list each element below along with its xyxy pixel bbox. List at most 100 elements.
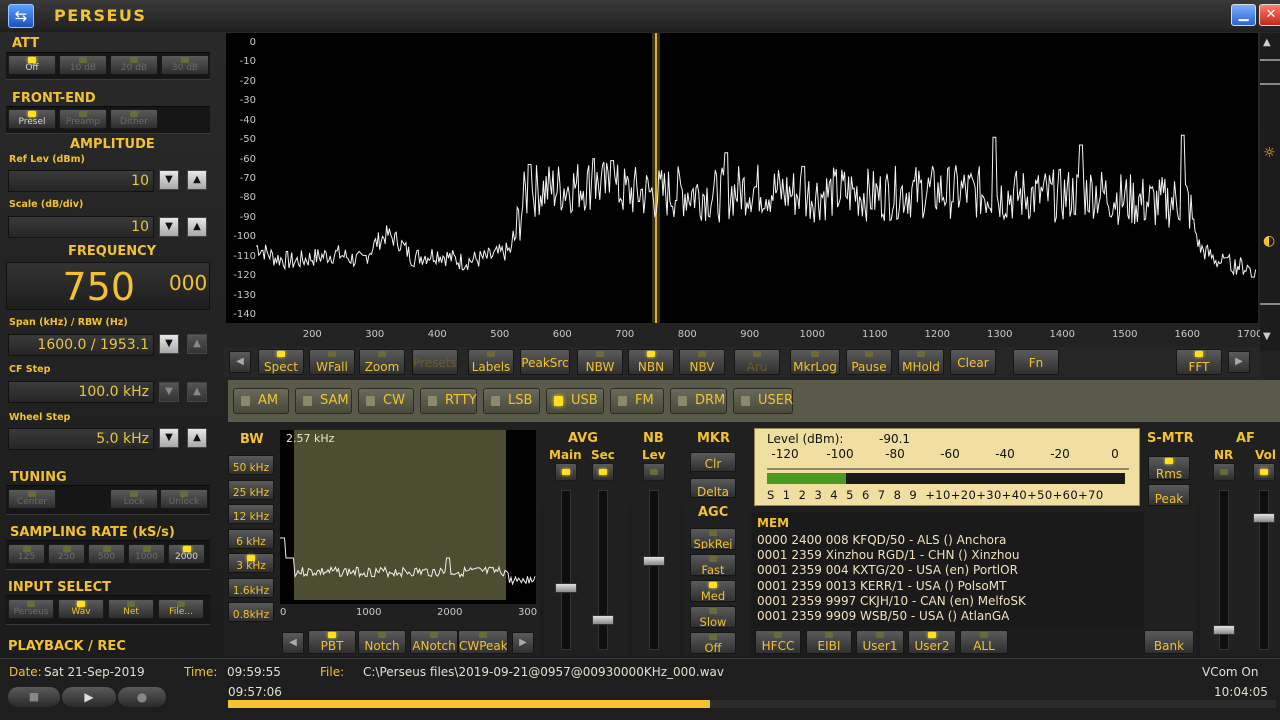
record-button[interactable]: ●: [118, 687, 166, 707]
bw-notch-button[interactable]: Notch: [358, 630, 406, 654]
toolbar-left-arrow[interactable]: ◀: [229, 351, 251, 373]
bw-1-6khz-button[interactable]: 1.6kHz: [228, 577, 274, 598]
ref-level-up-button[interactable]: ▲: [187, 170, 207, 190]
tuning-unlock-button[interactable]: Unlock: [160, 489, 208, 509]
toolbar-pause-button[interactable]: Pause: [846, 349, 892, 375]
scale-down-button[interactable]: ▼: [159, 217, 179, 237]
frontend-dither-button[interactable]: Dither: [110, 109, 158, 129]
cf-step-field[interactable]: 100.0 kHz: [8, 381, 154, 403]
mkr-clr-button[interactable]: Clr: [690, 452, 736, 472]
stop-button[interactable]: ■: [8, 687, 60, 707]
mode-sam-button[interactable]: SAM: [295, 388, 352, 414]
agc-med-button[interactable]: Med: [690, 580, 736, 602]
cf-step-down-button[interactable]: ▼: [159, 382, 179, 402]
agc-fast-button[interactable]: Fast: [690, 554, 736, 576]
toolbar-clear-button[interactable]: Clear: [950, 349, 996, 375]
avg-main-slider-thumb[interactable]: [555, 583, 577, 593]
tuning-center-button[interactable]: Center: [8, 489, 56, 509]
af-nr-toggle[interactable]: [1213, 463, 1235, 481]
avg-sec-toggle[interactable]: [592, 463, 614, 481]
toolbar-nbv-button[interactable]: NBV: [679, 349, 725, 375]
scale-field[interactable]: 10: [8, 216, 154, 238]
input-perseus-button[interactable]: Perseus: [8, 599, 54, 619]
bw-anotch-button[interactable]: ANotch: [410, 630, 458, 654]
mode-usb-button[interactable]: USB: [546, 388, 604, 414]
toolbar-wfall-button[interactable]: WFall: [309, 349, 355, 375]
spectrum-display[interactable]: [226, 33, 1258, 323]
toolbar-nbw-button[interactable]: NBW: [577, 349, 623, 375]
scroll-up-icon[interactable]: ▲: [1263, 37, 1271, 48]
memory-row[interactable]: 0001 2359 0013 KERR/1 - USA () PolsoMT: [757, 579, 1006, 593]
mode-drm-button[interactable]: DRM: [670, 388, 727, 414]
mode-lsb-button[interactable]: LSB: [483, 388, 540, 414]
right-scroll-strip[interactable]: ▲ ☼ ◐ ▼: [1260, 33, 1280, 351]
mem-bank-button[interactable]: Bank: [1144, 630, 1194, 654]
mode-user-button[interactable]: USER: [733, 388, 793, 414]
input-net-button[interactable]: Net: [108, 599, 154, 619]
memory-row[interactable]: 0000 2400 008 KFQD/50 - ALS () Anchora: [757, 533, 1006, 547]
brightness-icon[interactable]: ☼: [1263, 145, 1276, 161]
frontend-presel-button[interactable]: Presel: [8, 109, 56, 129]
toolbar-peaksrc-button[interactable]: PeakSrc: [520, 349, 570, 375]
att-30-db-button[interactable]: 30 dB: [161, 55, 209, 75]
wheel-step-down-button[interactable]: ▼: [159, 428, 179, 448]
agc-spkrej-button[interactable]: SpkRej: [690, 528, 736, 550]
span-field[interactable]: 1600.0 / 1953.1: [8, 334, 154, 356]
mem-user2-button[interactable]: User2: [908, 630, 956, 654]
minimize-button[interactable]: ▁: [1231, 4, 1256, 26]
agc-off-button[interactable]: Off: [690, 632, 736, 654]
wheel-step-up-button[interactable]: ▲: [187, 428, 207, 448]
bw-25-khz-button[interactable]: 25 kHz: [228, 479, 274, 500]
avg-main-toggle[interactable]: [555, 463, 577, 481]
avg-main-slider-track[interactable]: [561, 490, 571, 650]
att-off-button[interactable]: Off: [8, 55, 56, 75]
smtr-peak-button[interactable]: Peak: [1148, 484, 1190, 506]
bw-50-khz-button[interactable]: 50 kHz: [228, 455, 274, 475]
mode-fm-button[interactable]: FM: [610, 388, 664, 414]
spectrum-plot[interactable]: [226, 33, 1258, 323]
ref-level-field[interactable]: 10: [8, 170, 154, 192]
bw-12-khz-button[interactable]: 12 kHz: [228, 504, 274, 524]
af-vol-toggle[interactable]: [1253, 463, 1275, 481]
nb-toggle[interactable]: [643, 463, 665, 481]
close-button[interactable]: ✕: [1259, 4, 1280, 26]
play-button[interactable]: ▶: [62, 687, 116, 707]
sampling-2000-button[interactable]: 2000: [168, 544, 205, 564]
cf-step-up-button[interactable]: ▲: [187, 382, 207, 402]
contrast-icon[interactable]: ◐: [1263, 233, 1275, 249]
mem-hfcc-button[interactable]: HFCC: [755, 630, 801, 654]
memory-row[interactable]: 0001 2359 9909 WSB/50 - USA () AtlanGA: [757, 609, 1009, 623]
toolbar-right-arrow[interactable]: ▶: [1228, 351, 1250, 373]
toolbar-zoom-button[interactable]: Zoom: [359, 349, 405, 375]
af-nr-slider-thumb[interactable]: [1213, 625, 1235, 635]
bw-6-khz-button[interactable]: 6 kHz: [228, 528, 274, 549]
bw-left-arrow[interactable]: ◀: [282, 632, 304, 654]
bw-0-8khz-button[interactable]: 0.8kHz: [228, 602, 274, 622]
toolbar-spect-button[interactable]: Spect: [258, 349, 304, 375]
mem-all-button[interactable]: ALL: [960, 630, 1008, 654]
toolbar-fft-button[interactable]: FFT: [1176, 349, 1222, 375]
agc-slow-button[interactable]: Slow: [690, 606, 736, 628]
sampling-250-button[interactable]: 250: [48, 544, 85, 564]
input-file--button[interactable]: File...: [158, 599, 204, 619]
att-20-db-button[interactable]: 20 dB: [110, 55, 158, 75]
span-up-button[interactable]: ▲: [187, 334, 207, 354]
memory-row[interactable]: 0001 2359 Xinzhou RGD/1 - CHN () Xinzhou: [757, 548, 1019, 562]
scroll-down-icon[interactable]: ▼: [1263, 331, 1271, 342]
toolbar-mkrlog-button[interactable]: MkrLog: [790, 349, 840, 375]
memory-row[interactable]: 0001 2359 004 KXTG/20 - USA (en) PortlOR: [757, 563, 1018, 577]
nb-level-slider-track[interactable]: [649, 490, 659, 650]
avg-sec-slider-thumb[interactable]: [592, 615, 614, 625]
smtr-rms-button[interactable]: Rms: [1148, 456, 1190, 480]
input-wav-button[interactable]: Wav: [58, 599, 104, 619]
toolbar-aru-button[interactable]: Aru: [734, 349, 780, 375]
sampling-125-button[interactable]: 125: [8, 544, 45, 564]
sampling-500-button[interactable]: 500: [88, 544, 125, 564]
playback-progress-track[interactable]: [228, 700, 1276, 708]
mem-eibi-button[interactable]: EIBI: [806, 630, 852, 654]
nb-level-slider-thumb[interactable]: [643, 556, 665, 566]
toolbar-mhold-button[interactable]: MHold: [898, 349, 944, 375]
memory-row[interactable]: 0001 2359 9997 CKJH/10 - CAN (en) MelfoS…: [757, 594, 1026, 608]
mode-cw-button[interactable]: CW: [358, 388, 414, 414]
frontend-preamp-button[interactable]: Preamp: [59, 109, 107, 129]
